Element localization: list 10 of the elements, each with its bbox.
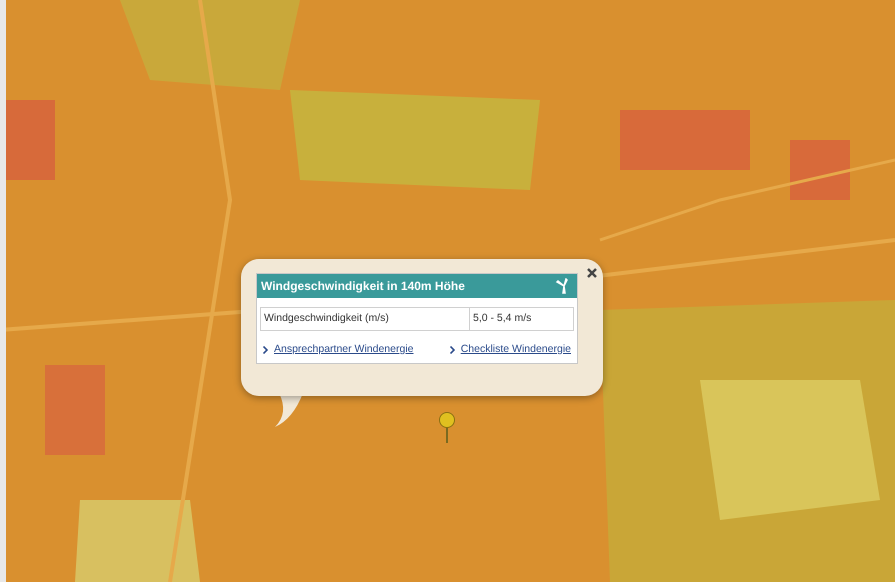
- panel-title: Windgeschwindigkeit in 140m Höhe: [261, 278, 465, 295]
- table-cell: 5,0 - 5,4 m/s: [470, 308, 574, 330]
- map-pin-icon[interactable]: [438, 412, 456, 444]
- table-cell: Windgeschwindigkeit (m/s): [260, 308, 470, 330]
- wind-turbine-icon: [555, 278, 571, 294]
- chevron-right-icon: [263, 346, 268, 354]
- link[interactable]: Ansprechpartner Windenergie: [274, 342, 414, 358]
- link[interactable]: Checkliste Windenergie: [460, 342, 571, 358]
- close-icon[interactable]: [587, 268, 597, 278]
- chevron-right-icon: [450, 346, 455, 354]
